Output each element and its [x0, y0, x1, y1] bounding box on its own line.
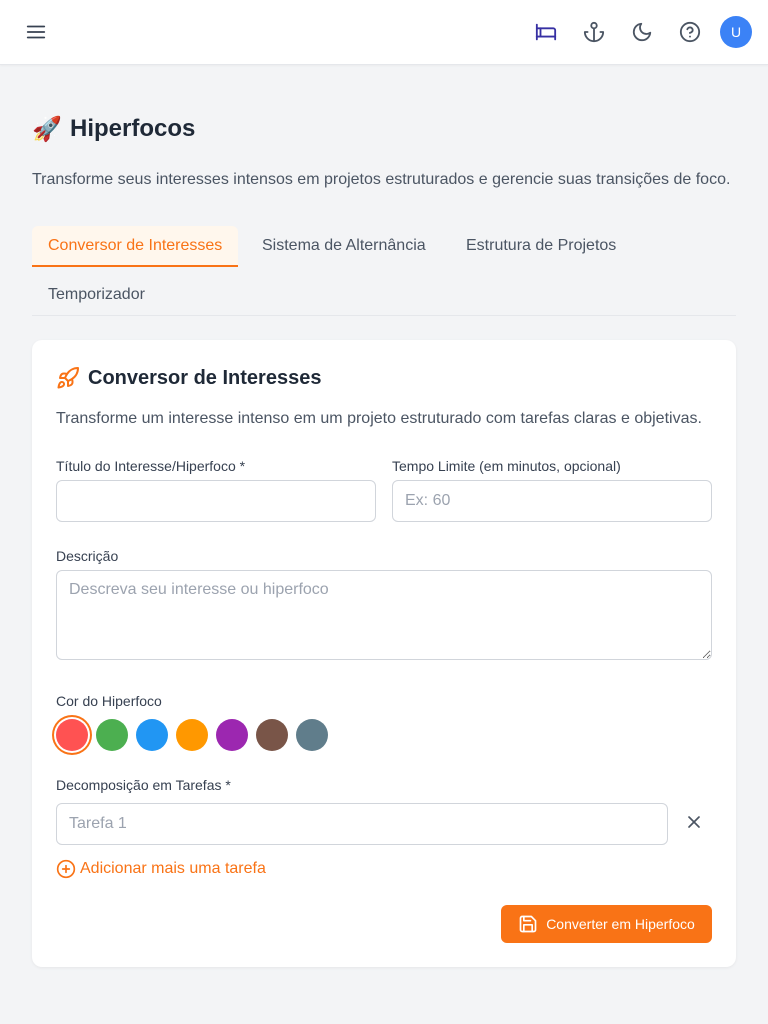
- anchor-icon[interactable]: [576, 14, 612, 50]
- tab-estrutura-de-projetos[interactable]: Estrutura de Projetos: [450, 226, 632, 266]
- time-limit-input[interactable]: [392, 480, 712, 522]
- color-swatch-blue[interactable]: [136, 719, 168, 751]
- rocket-icon: [57, 366, 79, 389]
- top-actions: U: [516, 14, 752, 50]
- convert-button-label: Converter em Hiperfoco: [546, 916, 695, 932]
- color-label: Cor do Hiperfoco: [56, 693, 162, 709]
- color-swatches: [56, 719, 336, 751]
- converter-card: Conversor de Interesses Transforme um in…: [32, 340, 736, 967]
- time-limit-label: Tempo Limite (em minutos, opcional): [392, 458, 621, 474]
- tab-temporizador[interactable]: Temporizador: [32, 275, 161, 315]
- add-task-button[interactable]: Adicionar mais uma tarefa: [56, 858, 266, 880]
- bed-icon[interactable]: [528, 14, 564, 50]
- card-title: Conversor de Interesses: [56, 366, 321, 390]
- page-subtitle: Transforme seus interesses intensos em p…: [32, 171, 731, 188]
- title-field-label: Título do Interesse/Hiperfoco *: [56, 458, 246, 474]
- color-swatch-green[interactable]: [96, 719, 128, 751]
- tab-conversor-de-interesses[interactable]: Conversor de Interesses: [32, 226, 239, 267]
- tasks-label: Decomposição em Tarefas *: [56, 777, 231, 793]
- remove-task-button[interactable]: [680, 808, 708, 836]
- color-swatch-orange[interactable]: [176, 719, 208, 751]
- description-textarea[interactable]: [56, 570, 712, 660]
- save-icon: [519, 915, 537, 933]
- help-circle-icon[interactable]: [672, 14, 708, 50]
- color-swatch-red[interactable]: [56, 719, 88, 751]
- color-swatch-purple[interactable]: [216, 719, 248, 751]
- add-task-label: Adicionar mais uma tarefa: [80, 860, 266, 877]
- description-label: Descrição: [56, 548, 119, 564]
- task-1-input[interactable]: [56, 803, 668, 845]
- tab-bar: Conversor de Interesses Sistema de Alter…: [32, 226, 736, 316]
- plus-circle-icon: [56, 859, 76, 879]
- color-swatch-slate[interactable]: [296, 719, 328, 751]
- page-title: 🚀 Hiperfocos: [32, 112, 195, 146]
- tab-sistema-de-alternancia[interactable]: Sistema de Alternância: [246, 226, 442, 266]
- page-title-text: Hiperfocos: [70, 115, 196, 142]
- hamburger-menu-icon[interactable]: [20, 16, 52, 48]
- convert-button[interactable]: Converter em Hiperfoco: [501, 905, 712, 943]
- close-icon: [688, 816, 700, 828]
- top-bar: U: [0, 0, 768, 65]
- user-avatar[interactable]: U: [720, 16, 752, 48]
- rocket-emoji-icon: 🚀: [32, 115, 62, 143]
- color-swatch-brown[interactable]: [256, 719, 288, 751]
- moon-icon[interactable]: [624, 14, 660, 50]
- card-title-text: Conversor de Interesses: [88, 366, 322, 389]
- title-input[interactable]: [56, 480, 376, 522]
- card-description: Transforme um interesse intenso em um pr…: [56, 410, 702, 427]
